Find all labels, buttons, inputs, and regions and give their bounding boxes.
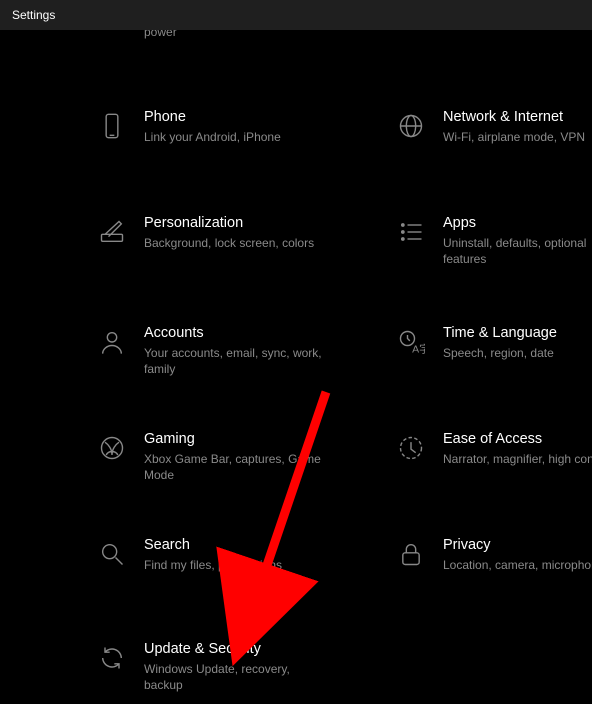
tile-desc: Windows Update, recovery, backup <box>144 661 324 693</box>
tile-desc: Your accounts, email, sync, work, family <box>144 345 324 377</box>
apps-list-icon <box>395 216 427 248</box>
tile-title: Search <box>144 536 376 555</box>
settings-tile-personalization[interactable]: Personalization Background, lock screen,… <box>96 214 376 251</box>
tile-desc: Wi-Fi, airplane mode, VPN <box>443 129 592 145</box>
tile-title: Network & Internet <box>443 108 592 127</box>
settings-tile-gaming[interactable]: Gaming Xbox Game Bar, captures, Game Mod… <box>96 430 376 483</box>
tile-title: Ease of Access <box>443 430 592 449</box>
titlebar: Settings <box>0 0 592 30</box>
settings-tile-phone[interactable]: Phone Link your Android, iPhone <box>96 108 376 145</box>
lock-icon <box>395 538 427 570</box>
xbox-icon <box>96 432 128 464</box>
tile-title: Time & Language <box>443 324 592 343</box>
tile-title: Phone <box>144 108 376 127</box>
window-title: Settings <box>12 8 55 22</box>
settings-tile-privacy[interactable]: Privacy Location, camera, microphone <box>395 536 592 573</box>
tile-title: Privacy <box>443 536 592 555</box>
tile-desc: Background, lock screen, colors <box>144 235 324 251</box>
settings-tile-search[interactable]: Search Find my files, permissions <box>96 536 376 573</box>
paintbrush-icon <box>96 216 128 248</box>
settings-tile-ease-of-access[interactable]: Ease of Access Narrator, magnifier, high… <box>395 430 592 467</box>
tile-title: Apps <box>443 214 592 233</box>
tile-desc: Location, camera, microphone <box>443 557 592 573</box>
tile-desc: Xbox Game Bar, captures, Game Mode <box>144 451 324 483</box>
tile-title: Update & Security <box>144 640 376 659</box>
settings-tile-accounts[interactable]: Accounts Your accounts, email, sync, wor… <box>96 324 376 377</box>
svg-text:A字: A字 <box>412 343 425 356</box>
ease-of-access-icon <box>395 432 427 464</box>
tile-desc: Link your Android, iPhone <box>144 129 324 145</box>
search-icon <box>96 538 128 570</box>
sync-icon <box>96 642 128 674</box>
tile-desc: Speech, region, date <box>443 345 592 361</box>
settings-tile-time-language[interactable]: A字 Time & Language Speech, region, date <box>395 324 592 361</box>
globe-icon <box>395 110 427 142</box>
tile-title: Gaming <box>144 430 376 449</box>
tile-title: Personalization <box>144 214 376 233</box>
time-language-icon: A字 <box>395 326 427 358</box>
settings-tile-apps[interactable]: Apps Uninstall, defaults, optional featu… <box>395 214 592 267</box>
settings-tile-update-security[interactable]: Update & Security Windows Update, recove… <box>96 640 376 693</box>
phone-icon <box>96 110 128 142</box>
person-icon <box>96 326 128 358</box>
tile-desc: Uninstall, defaults, optional features <box>443 235 592 267</box>
tile-desc: Narrator, magnifier, high contrast <box>443 451 592 467</box>
settings-tile-network[interactable]: Network & Internet Wi-Fi, airplane mode,… <box>395 108 592 145</box>
tile-title: Accounts <box>144 324 376 343</box>
tile-desc: Find my files, permissions <box>144 557 324 573</box>
